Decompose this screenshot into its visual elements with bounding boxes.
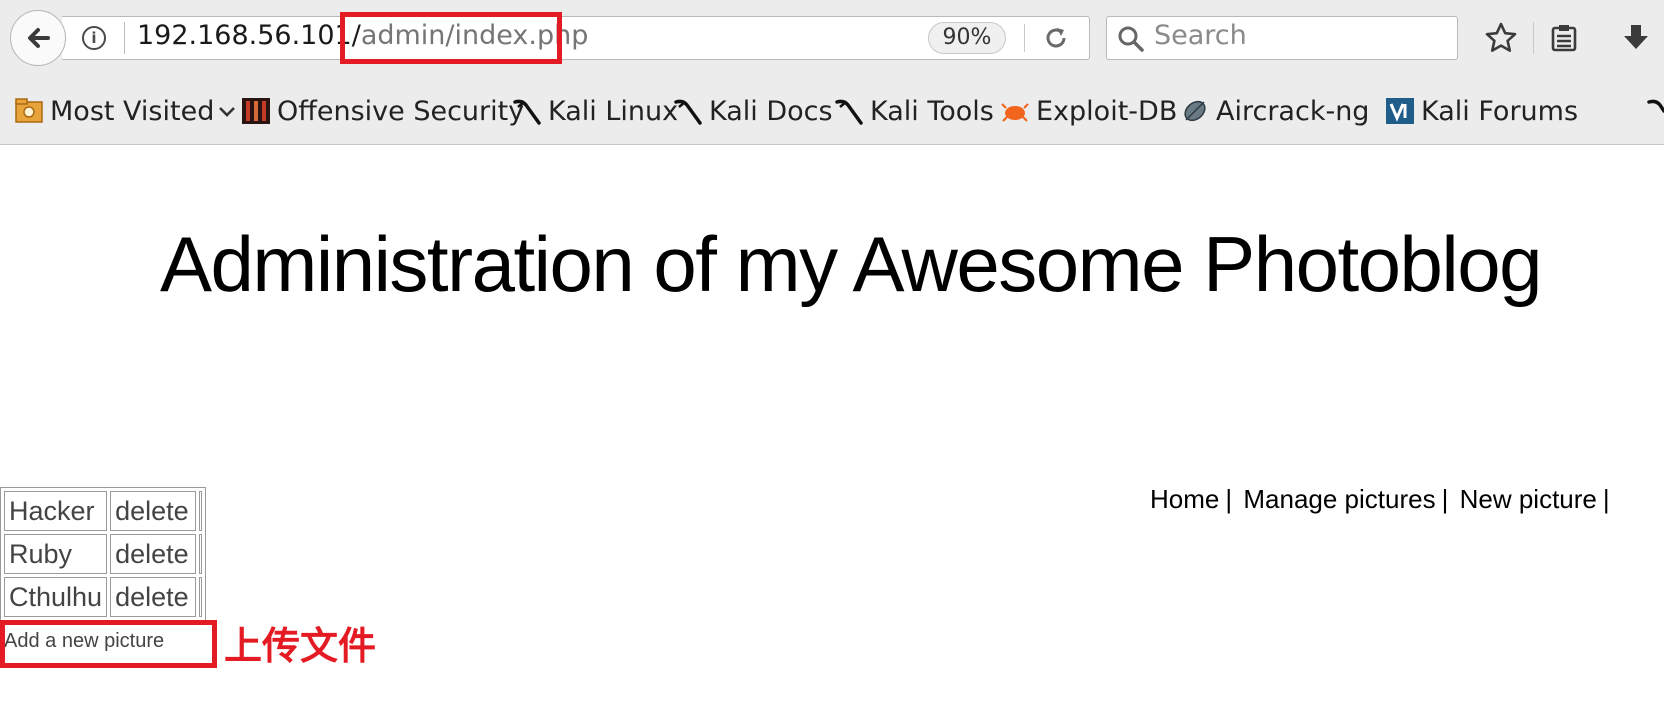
picture-name: Cthulhu [4, 577, 108, 617]
nav-separator: | [1602, 484, 1610, 514]
bookmark-label: Aircrack-ng [1216, 95, 1370, 127]
delete-link[interactable]: delete [110, 577, 197, 617]
url-host: 192.168.56.101/ [137, 20, 361, 51]
kali-dragon-icon [513, 99, 541, 125]
zoom-level-button[interactable]: 90% [928, 22, 1006, 54]
delete-link[interactable]: delete [110, 534, 197, 574]
bookmark-label: Offensive Security [277, 95, 525, 127]
exploit-db-icon [1001, 103, 1029, 122]
star-icon [1485, 22, 1517, 52]
urlbar-divider [124, 22, 125, 54]
nav-link-new-picture[interactable]: New picture [1460, 484, 1597, 514]
nav-link-manage-pictures[interactable]: Manage pictures [1243, 484, 1435, 514]
reload-icon [1046, 28, 1066, 48]
kali-dragon-icon [674, 99, 702, 125]
bookmark-kali-docs[interactable]: Kali Docs [673, 88, 833, 134]
table-cell-clipped [199, 534, 203, 574]
add-picture-highlight-box [0, 620, 217, 668]
bookmark-overflow[interactable] [1646, 88, 1664, 134]
bookmark-most-visited[interactable]: Most Visited [14, 88, 238, 134]
site-info-icon[interactable]: i [82, 26, 106, 50]
pictures-table: Hacker delete Ruby delete Cthulhu delete [0, 487, 207, 621]
bookmark-label: Kali Forums [1421, 95, 1579, 127]
bookmark-label: Most Visited [50, 95, 215, 127]
kali-dragon-icon [835, 99, 863, 125]
page-title: Administration of my Awesome Photoblog [160, 220, 1542, 308]
table-row: Cthulhu delete [4, 577, 203, 617]
reader-list-button[interactable] [1546, 20, 1582, 56]
bookmark-offensive-security[interactable]: Offensive Security [241, 88, 524, 134]
table-row: Hacker delete [4, 491, 203, 531]
toolbar-divider [1533, 22, 1534, 54]
table-cell-clipped [199, 577, 203, 617]
table-cell-clipped [199, 491, 203, 531]
back-arrow-icon [28, 28, 50, 48]
main-nav: Home | Manage pictures | New picture | [1150, 484, 1614, 515]
delete-link[interactable]: delete [110, 491, 197, 531]
bookmark-kali-tools[interactable]: Kali Tools [834, 88, 994, 134]
back-button[interactable] [10, 10, 66, 66]
chevron-down-icon [219, 107, 236, 117]
bookmark-aircrack-ng[interactable]: Aircrack-ng [1180, 88, 1369, 134]
bookmark-label: Exploit-DB [1036, 95, 1178, 127]
bookmark-exploit-db[interactable]: Exploit-DB [1000, 88, 1177, 134]
clipboard-list-icon [1551, 25, 1577, 52]
nav-separator: | [1225, 484, 1233, 514]
browser-chrome: i 192.168.56.101/admin/index.php 90% Sea… [0, 0, 1664, 145]
downloads-button[interactable] [1618, 20, 1654, 56]
urlbar-divider [1024, 24, 1025, 52]
search-icon [1118, 26, 1144, 52]
bookmark-label: Kali Linux [548, 95, 679, 127]
nav-link-home[interactable]: Home [1150, 484, 1219, 514]
aircrack-icon [1184, 100, 1206, 122]
picture-name: Hacker [4, 491, 108, 531]
kali-dragon-icon [1647, 99, 1664, 113]
picture-name: Ruby [4, 534, 108, 574]
upload-annotation-label: 上传文件 [224, 624, 377, 668]
url-path-highlight-box [340, 12, 562, 64]
bookmark-kali-forums[interactable]: Kali Forums [1385, 88, 1578, 134]
download-arrow-icon [1624, 25, 1648, 49]
bookmark-label: Kali Docs [709, 95, 833, 127]
most-visited-icon [15, 98, 43, 123]
bookmark-star-button[interactable] [1483, 20, 1519, 56]
nav-separator: | [1441, 484, 1449, 514]
reload-button[interactable] [1040, 22, 1072, 54]
bookmark-kali-linux[interactable]: Kali Linux [512, 88, 678, 134]
table-row: Ruby delete [4, 534, 203, 574]
bookmarks-toolbar: Most Visited Offensive Security Kali Lin… [0, 88, 1664, 134]
bookmark-label: Kali Tools [870, 95, 994, 127]
search-placeholder: Search [1154, 20, 1247, 51]
offensive-security-icon [242, 98, 270, 124]
kali-forums-icon [1386, 98, 1414, 124]
